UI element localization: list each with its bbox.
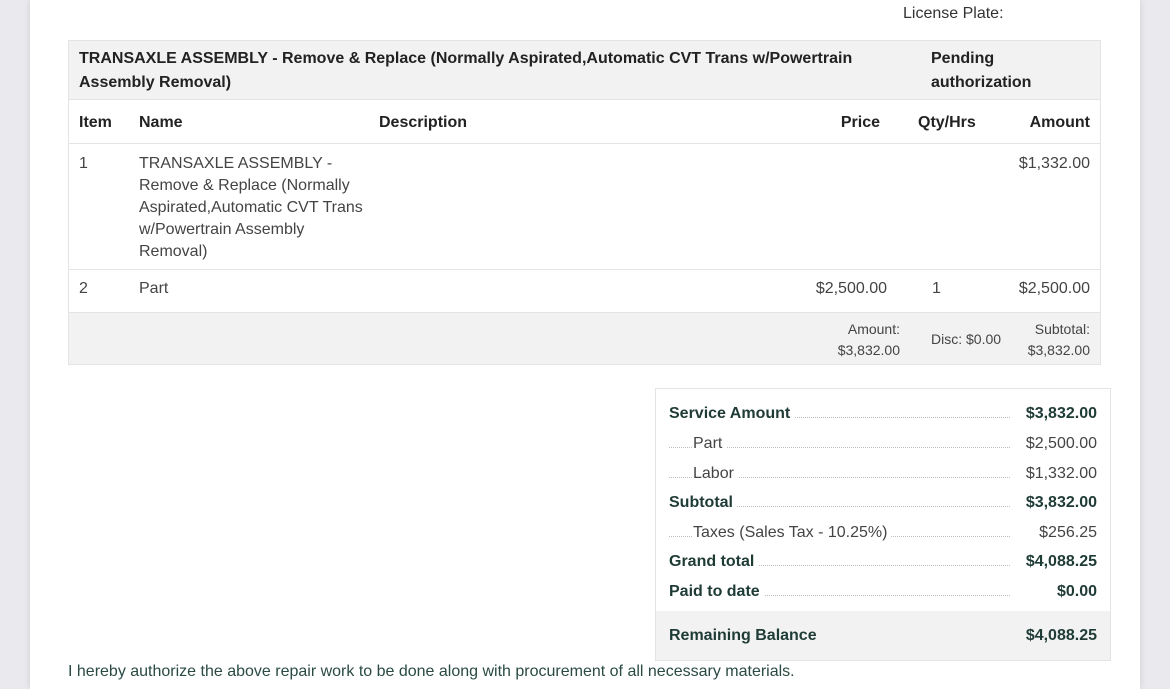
column-header-description: Description bbox=[379, 114, 468, 131]
paid-to-date-label: Paid to date bbox=[669, 580, 764, 604]
job-subtotal-label: Subtotal: bbox=[1034, 321, 1090, 337]
row-qty: 1 bbox=[932, 280, 941, 297]
row-amount: $2,500.00 bbox=[1018, 280, 1090, 297]
license-plate-label: License Plate: bbox=[903, 5, 1004, 22]
summary-row-grand-total: Grand total $4,088.25 bbox=[656, 550, 1110, 574]
paid-to-date-value: $0.00 bbox=[1056, 583, 1097, 600]
labor-label: Labor bbox=[693, 462, 738, 486]
row-price: $2,500.00 bbox=[815, 280, 887, 297]
summary-row-subtotal: Subtotal $3,832.00 bbox=[656, 491, 1110, 515]
subtotal-label: Subtotal bbox=[669, 491, 737, 515]
job-status: Pending authorization bbox=[931, 50, 1032, 91]
column-header-name: Name bbox=[139, 114, 183, 131]
job-subtotal-value: $3,832.00 bbox=[1027, 342, 1090, 358]
grand-total-value: $4,088.25 bbox=[1025, 553, 1097, 570]
table-header-row: Item Name Description Price Qty/Hrs Amou… bbox=[69, 100, 1100, 144]
labor-value: $1,332.00 bbox=[1025, 465, 1097, 482]
remaining-balance-label: Remaining Balance bbox=[669, 627, 817, 644]
table-row: 1 TRANSAXLE ASSEMBLY - Remove & Replace … bbox=[69, 144, 1100, 270]
row-item-number: 2 bbox=[79, 280, 88, 297]
part-label: Part bbox=[693, 432, 727, 456]
column-header-item: Item bbox=[79, 114, 112, 131]
row-amount: $1,332.00 bbox=[1018, 155, 1090, 172]
authorization-statement: I hereby authorize the above repair work… bbox=[68, 663, 795, 680]
summary-row-labor: Labor $1,332.00 bbox=[656, 462, 1110, 486]
subtotal-value: $3,832.00 bbox=[1025, 494, 1097, 511]
part-value: $2,500.00 bbox=[1025, 435, 1097, 452]
taxes-label: Taxes (Sales Tax - 10.25%) bbox=[693, 521, 892, 545]
remaining-balance-value: $4,088.25 bbox=[1025, 627, 1097, 644]
service-amount-value: $3,832.00 bbox=[1025, 405, 1097, 422]
grand-total-label: Grand total bbox=[669, 550, 759, 574]
row-name: TRANSAXLE ASSEMBLY - Remove & Replace (N… bbox=[139, 155, 363, 260]
column-header-amount: Amount bbox=[1029, 114, 1090, 131]
remaining-balance-row: Remaining Balance $4,088.25 bbox=[656, 611, 1110, 660]
service-amount-label: Service Amount bbox=[669, 402, 795, 426]
row-name: Part bbox=[139, 280, 169, 297]
table-row: 2 Part $2,500.00 1 $2,500.00 bbox=[69, 270, 1100, 313]
summary-row-taxes: Taxes (Sales Tax - 10.25%) $256.25 bbox=[656, 521, 1110, 545]
summary-row-paid-to-date: Paid to date $0.00 bbox=[656, 580, 1110, 604]
job-amount-label: Amount: bbox=[847, 321, 900, 337]
job-title: TRANSAXLE ASSEMBLY - Remove & Replace (N… bbox=[79, 50, 853, 91]
column-header-price: Price bbox=[840, 114, 880, 131]
column-header-qty: Qty/Hrs bbox=[918, 114, 976, 131]
job-totals-row: Amount: $3,832.00 Disc: $0.00 Subtotal: … bbox=[69, 313, 1100, 364]
job-header: TRANSAXLE ASSEMBLY - Remove & Replace (N… bbox=[69, 41, 1100, 100]
row-item-number: 1 bbox=[79, 155, 88, 172]
estimate-document: License Plate: TRANSAXLE ASSEMBLY - Remo… bbox=[30, 0, 1140, 689]
summary-panel: Service Amount $3,832.00 Part $2,500.00 … bbox=[655, 388, 1111, 661]
summary-row-service-amount: Service Amount $3,832.00 bbox=[656, 402, 1110, 426]
summary-row-part: Part $2,500.00 bbox=[656, 432, 1110, 456]
taxes-value: $256.25 bbox=[1039, 524, 1097, 541]
job-amount-value: $3,832.00 bbox=[837, 342, 900, 358]
job-section: TRANSAXLE ASSEMBLY - Remove & Replace (N… bbox=[68, 40, 1101, 365]
